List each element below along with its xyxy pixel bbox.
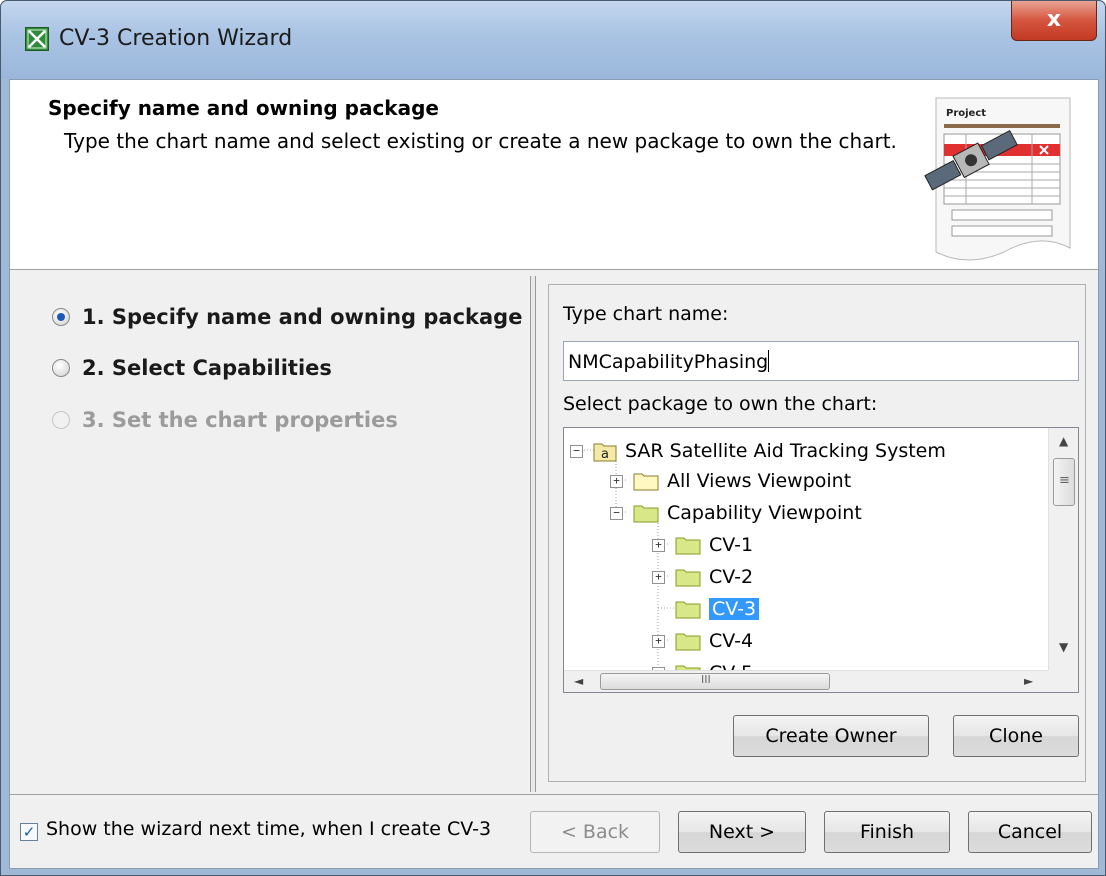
wizard-window: CV-3 Creation Wizard x Specify name and … — [0, 0, 1106, 876]
collapse-icon[interactable]: − — [610, 506, 623, 520]
chart-name-input[interactable]: NMCapabilityPhasing — [563, 341, 1079, 381]
tree-node-cv-1[interactable]: + CV-1 — [652, 530, 753, 560]
package-label: Select package to own the chart: — [563, 393, 878, 415]
tree-horizontal-scrollbar[interactable]: ◄ III ► — [564, 670, 1050, 692]
wizard-header: Specify name and owning package Type the… — [10, 80, 1098, 270]
step-1[interactable]: 1. Specify name and owning package — [52, 302, 522, 332]
step-2[interactable]: 2. Select Capabilities — [52, 353, 332, 383]
close-icon: x — [1046, 7, 1062, 32]
next-button[interactable]: Next > — [678, 811, 806, 853]
folder-icon — [675, 537, 701, 555]
tree-node-cv-3[interactable]: CV-3 — [675, 594, 760, 624]
wizard-client-area: Specify name and owning package Type the… — [9, 79, 1099, 869]
header-description: Type the chart name and select existing … — [64, 129, 897, 153]
package-tree[interactable]: − a SAR Satellite Aid Tracking System + … — [563, 427, 1079, 693]
wizard-steps-pane: 1. Specify name and owning package 2. Se… — [10, 270, 532, 790]
header-title: Specify name and owning package — [48, 96, 439, 120]
tree-node-label: CV-4 — [709, 630, 754, 652]
wizard-app-icon — [25, 27, 49, 51]
scroll-right-icon[interactable]: ► — [1024, 674, 1033, 688]
show-wizard-label[interactable]: Show the wizard next time, when I create… — [46, 818, 491, 840]
expand-icon[interactable]: + — [610, 474, 623, 488]
tree-node-capability-viewpoint[interactable]: − Capability Viewpoint — [610, 498, 862, 528]
step-2-label: 2. Select Capabilities — [82, 356, 332, 380]
step-3: 3. Set the chart properties — [52, 405, 398, 435]
tree-vertical-scrollbar[interactable]: ▲ ≡ ▼ — [1048, 428, 1078, 672]
tree-node-label: CV-1 — [709, 534, 754, 556]
step-2-radio[interactable] — [52, 359, 70, 377]
scroll-up-icon[interactable]: ▲ — [1059, 434, 1068, 448]
scroll-corner — [1048, 670, 1078, 692]
folder-icon — [633, 473, 659, 491]
tree-node-cv-2[interactable]: + CV-2 — [652, 562, 753, 592]
folder-icon — [675, 601, 701, 619]
expand-icon[interactable]: + — [652, 634, 665, 648]
collapse-icon[interactable]: − — [570, 444, 583, 458]
chart-name-value: NMCapabilityPhasing — [568, 351, 769, 373]
grip-icon: III — [701, 673, 711, 686]
chart-name-label: Type chart name: — [563, 303, 729, 325]
step-3-radio — [52, 411, 70, 429]
show-wizard-checkbox[interactable]: ✓ — [20, 823, 38, 841]
tree-node-label: All Views Viewpoint — [667, 470, 852, 492]
scroll-left-icon[interactable]: ◄ — [574, 674, 583, 688]
text-caret — [768, 350, 770, 372]
tree-node-cv-4[interactable]: + CV-4 — [652, 626, 753, 656]
vertical-scroll-thumb[interactable]: ≡ — [1053, 458, 1075, 506]
tree-node-root[interactable]: − a SAR Satellite Aid Tracking System — [570, 436, 946, 466]
step-1-label: 1. Specify name and owning package — [82, 305, 523, 329]
model-icon-glyph: a — [601, 447, 609, 462]
close-button[interactable]: x — [1011, 1, 1097, 41]
folder-icon — [675, 633, 701, 651]
title-bar[interactable]: CV-3 Creation Wizard x — [1, 1, 1105, 79]
tree-node-label: Capability Viewpoint — [667, 502, 862, 524]
expand-icon[interactable]: + — [652, 570, 665, 584]
grip-icon: ≡ — [1059, 473, 1070, 488]
wizard-footer: ✓ Show the wizard next time, when I crea… — [10, 794, 1098, 868]
model-icon: a — [593, 443, 617, 462]
project-chart-satellite-icon: Project — [922, 92, 1082, 264]
finish-button[interactable]: Finish — [824, 811, 950, 853]
check-icon: ✓ — [22, 823, 36, 841]
expand-icon[interactable]: + — [652, 538, 665, 552]
clone-button[interactable]: Clone — [953, 715, 1079, 757]
name-and-package-panel: Type chart name: NMCapabilityPhasing Sel… — [548, 284, 1086, 782]
folder-icon — [633, 505, 659, 523]
tree-node-label-selected: CV-3 — [709, 598, 760, 620]
scroll-down-icon[interactable]: ▼ — [1059, 640, 1068, 654]
cancel-button[interactable]: Cancel — [968, 811, 1092, 853]
header-image-text: Project — [946, 108, 986, 119]
pane-splitter[interactable] — [530, 276, 536, 792]
step-3-label: 3. Set the chart properties — [82, 408, 398, 432]
tree-node-label: CV-2 — [709, 566, 754, 588]
step-1-radio[interactable] — [52, 308, 70, 326]
tree-node-label: SAR Satellite Aid Tracking System — [625, 440, 946, 462]
create-owner-button[interactable]: Create Owner — [733, 715, 929, 757]
folder-icon — [675, 569, 701, 587]
window-title: CV-3 Creation Wizard — [59, 26, 293, 51]
back-button[interactable]: < Back — [530, 811, 660, 853]
horizontal-scroll-thumb[interactable]: III — [600, 673, 830, 690]
tree-node-all-views-viewpoint[interactable]: + All Views Viewpoint — [610, 466, 851, 496]
